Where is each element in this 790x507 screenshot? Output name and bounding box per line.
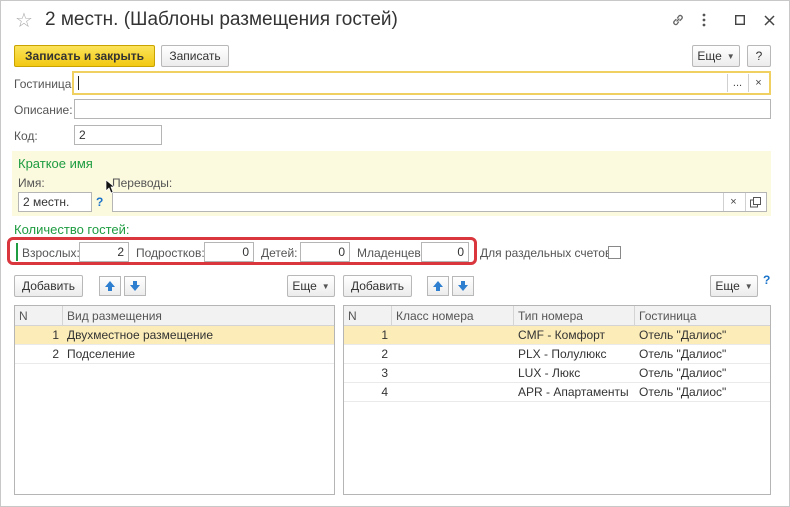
left-more-label: Еще <box>292 279 317 293</box>
table-row[interactable]: 4 APR - Апартаменты Отель "Далиос" <box>344 383 770 402</box>
row-hotel: Отель "Далиос" <box>639 347 727 361</box>
row-hotel: Отель "Далиос" <box>639 385 727 399</box>
text-cursor <box>78 76 79 90</box>
left-more-button[interactable]: Еще ▼ <box>287 275 335 297</box>
hotel-input[interactable] <box>72 71 771 95</box>
description-input[interactable] <box>74 99 771 119</box>
room-types-table[interactable]: N Класс номера Тип номера Гостиница 1 CM… <box>343 305 771 495</box>
column-header-room-type[interactable]: Тип номера <box>514 306 635 325</box>
column-header-n[interactable]: N <box>344 306 392 325</box>
short-name-title: Краткое имя <box>18 156 93 171</box>
right-more-button[interactable]: Еще ▼ <box>710 275 758 297</box>
translations-open-icon[interactable] <box>745 193 765 211</box>
adults-label: Взрослых: <box>22 246 80 260</box>
maximize-icon[interactable] <box>729 9 751 31</box>
hotel-label: Гостиница: <box>14 77 75 91</box>
table-row[interactable]: 3 LUX - Люкс Отель "Далиос" <box>344 364 770 383</box>
more-vertical-icon[interactable] <box>693 9 715 31</box>
left-add-button[interactable]: Добавить <box>14 275 83 297</box>
teens-label: Подростков: <box>136 246 205 260</box>
row-class <box>392 364 514 382</box>
hotel-clear-button[interactable]: × <box>748 74 768 92</box>
row-hotel: Отель "Далиос" <box>639 366 727 380</box>
translations-input[interactable] <box>112 192 767 212</box>
row-type: Двухместное размещение <box>67 328 214 342</box>
infants-label: Младенцев: <box>357 246 425 260</box>
right-move-down-icon[interactable] <box>452 276 474 296</box>
separate-bills-checkbox[interactable] <box>608 246 621 259</box>
children-input[interactable]: 0 <box>300 242 350 262</box>
mouse-pointer-icon <box>105 179 115 194</box>
table-row[interactable]: 1 CMF - Комфорт Отель "Далиос" <box>344 326 770 345</box>
more-button-label: Еще <box>697 49 722 63</box>
row-room-type: PLX - Полулюкс <box>518 347 607 361</box>
table-header: N Вид размещения <box>15 306 334 326</box>
form-window: ☆ 2 местн. (Шаблоны размещения гостей) З… <box>0 0 790 507</box>
row-room-type: APR - Апартаменты <box>518 385 629 399</box>
separate-bills-label: Для раздельных счетов: <box>480 246 615 260</box>
code-input[interactable]: 2 <box>74 125 162 145</box>
column-header-type[interactable]: Вид размещения <box>63 306 334 325</box>
name-help-icon[interactable]: ? <box>96 195 103 209</box>
row-number: 3 <box>381 366 388 380</box>
right-help-icon[interactable]: ? <box>763 273 770 287</box>
window-title: 2 местн. (Шаблоны размещения гостей) <box>45 9 398 30</box>
name-label: Имя: <box>18 176 45 190</box>
row-room-type: LUX - Люкс <box>518 366 581 380</box>
close-icon[interactable] <box>758 9 780 31</box>
table-row[interactable]: 1 Двухместное размещение <box>15 326 334 345</box>
column-header-class[interactable]: Класс номера <box>392 306 514 325</box>
row-number: 1 <box>381 328 388 342</box>
right-move-up-icon[interactable] <box>427 276 449 296</box>
caret-down-icon: ▼ <box>744 281 753 291</box>
left-move-down-icon[interactable] <box>124 276 146 296</box>
accommodation-table[interactable]: N Вид размещения 1 Двухместное размещени… <box>14 305 335 495</box>
code-label: Код: <box>14 129 38 143</box>
teens-input[interactable]: 0 <box>204 242 254 262</box>
row-hotel: Отель "Далиос" <box>639 328 727 342</box>
translations-clear-button[interactable]: × <box>723 193 743 211</box>
right-add-button[interactable]: Добавить <box>343 275 412 297</box>
children-label: Детей: <box>261 246 298 260</box>
save-and-close-button[interactable]: Записать и закрыть <box>14 45 155 67</box>
caret-down-icon: ▼ <box>321 281 330 291</box>
help-button[interactable]: ? <box>747 45 771 67</box>
caret-down-icon: ▼ <box>726 51 735 61</box>
column-header-hotel[interactable]: Гостиница <box>635 306 770 325</box>
row-type: Подселение <box>67 347 135 361</box>
translations-label: Переводы: <box>112 176 173 190</box>
more-button[interactable]: Еще ▼ <box>692 45 740 67</box>
link-icon[interactable] <box>667 9 689 31</box>
row-class <box>392 383 514 401</box>
right-more-label: Еще <box>715 279 740 293</box>
row-number: 4 <box>381 385 388 399</box>
description-label: Описание: <box>14 103 73 117</box>
table-header: N Класс номера Тип номера Гостиница <box>344 306 770 326</box>
row-number: 2 <box>381 347 388 361</box>
row-number: 1 <box>52 328 59 342</box>
guests-group-marker <box>16 243 18 261</box>
hotel-select-button[interactable]: ... <box>727 74 747 92</box>
infants-input[interactable]: 0 <box>421 242 469 262</box>
table-row[interactable]: 2 PLX - Полулюкс Отель "Далиос" <box>344 345 770 364</box>
row-number: 2 <box>52 347 59 361</box>
row-room-type: CMF - Комфорт <box>518 328 606 342</box>
row-class <box>392 345 514 363</box>
table-row[interactable]: 2 Подселение <box>15 345 334 364</box>
adults-input[interactable]: 2 <box>79 242 129 262</box>
favorite-star-icon[interactable]: ☆ <box>15 11 33 31</box>
row-class <box>392 326 514 344</box>
column-header-n[interactable]: N <box>15 306 63 325</box>
guests-title: Количество гостей: <box>14 222 130 237</box>
name-input[interactable]: 2 местн. <box>18 192 92 212</box>
left-move-up-icon[interactable] <box>99 276 121 296</box>
save-button[interactable]: Записать <box>161 45 229 67</box>
